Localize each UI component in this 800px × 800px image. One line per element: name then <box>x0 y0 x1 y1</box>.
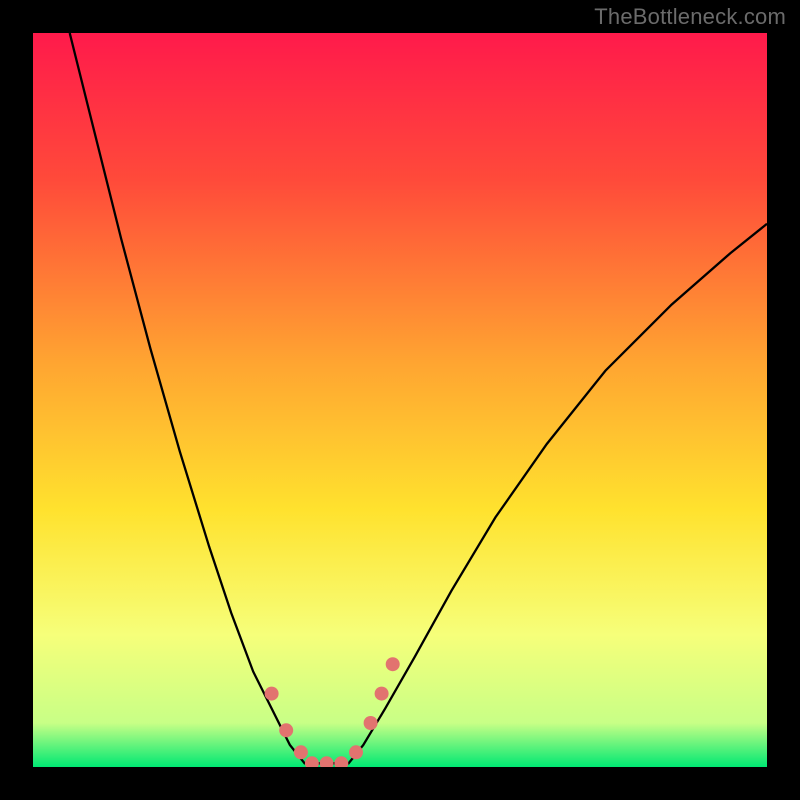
marker-dot <box>349 745 363 759</box>
heatmap-background <box>33 33 767 767</box>
marker-dot <box>386 657 400 671</box>
bottleneck-chart <box>33 33 767 767</box>
marker-dot <box>364 716 378 730</box>
marker-dot <box>265 687 279 701</box>
watermark-text: TheBottleneck.com <box>594 4 786 30</box>
marker-dot <box>279 723 293 737</box>
chart-frame: TheBottleneck.com <box>0 0 800 800</box>
marker-dot <box>375 687 389 701</box>
marker-dot <box>294 745 308 759</box>
